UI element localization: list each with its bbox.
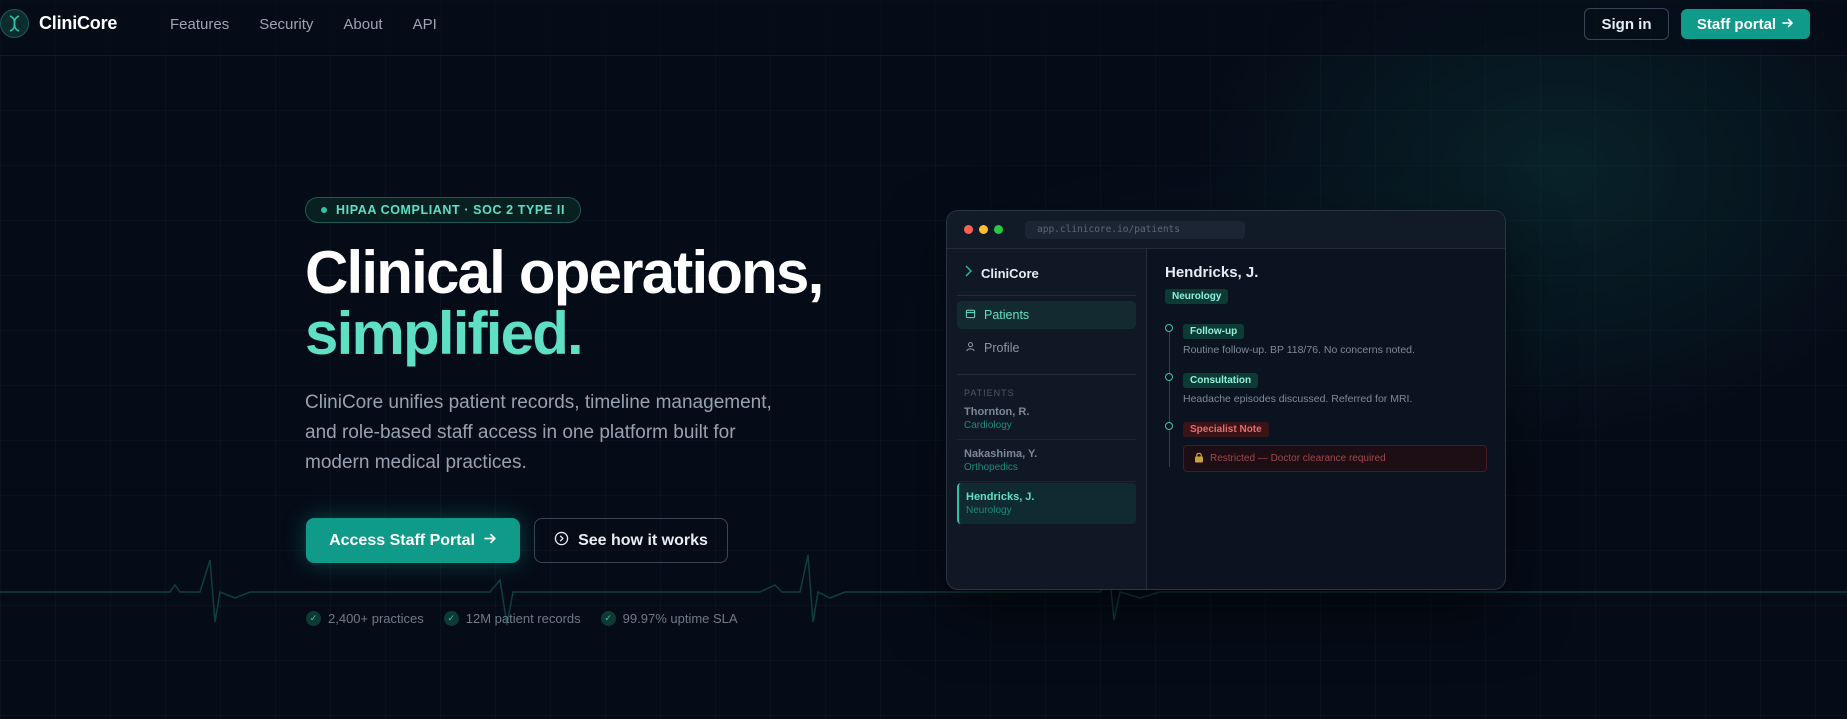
play-circle-icon bbox=[554, 531, 569, 551]
timeline-dot bbox=[1165, 324, 1173, 332]
patients-section-label: PATIENTS bbox=[957, 374, 1136, 398]
ecg-line-decoration bbox=[0, 554, 1847, 626]
hero-title-line1: Clinical operations, bbox=[305, 239, 824, 306]
url-bar: app.clinicore.io/patients bbox=[1025, 220, 1245, 239]
app-sidebar: CliniCore Patients Profile PATIENTS Thor… bbox=[947, 249, 1147, 589]
stat-text: 2,400+ practices bbox=[328, 611, 424, 626]
timeline-text: Routine follow-up. BP 118/76. No concern… bbox=[1183, 344, 1415, 356]
patient-dept: Neurology bbox=[966, 505, 1012, 516]
staff-portal-button[interactable]: Staff portal bbox=[1681, 9, 1810, 39]
lock-icon bbox=[1194, 452, 1204, 466]
patient-dept: Cardiology bbox=[964, 420, 1012, 431]
hero-title-line2: simplified. bbox=[305, 300, 584, 367]
stat-item: ✓ 2,400+ practices bbox=[306, 611, 424, 626]
dna-icon bbox=[0, 9, 29, 38]
timeline-item: Consultation Headache episodes discussed… bbox=[1165, 370, 1487, 405]
department-tag: Neurology bbox=[1165, 289, 1229, 304]
restricted-text: Restricted — Doctor clearance required bbox=[1210, 453, 1386, 464]
timeline-dot bbox=[1165, 373, 1173, 381]
timeline-tag-restricted: Specialist Note bbox=[1183, 422, 1269, 437]
brand[interactable]: CliniCore bbox=[0, 9, 117, 38]
patient-detail-name: Hendricks, J. bbox=[1165, 264, 1259, 281]
app-brand-name: CliniCore bbox=[981, 265, 1039, 281]
background-glow bbox=[0, 0, 1847, 719]
dna-icon bbox=[964, 264, 973, 282]
stat-text: 12M patient records bbox=[465, 611, 581, 626]
stat-item: ✓ 99.97% uptime SLA bbox=[600, 611, 738, 626]
browser-bar: app.clinicore.io/patients bbox=[947, 211, 1505, 249]
patient-name: Hendricks, J. bbox=[966, 491, 1035, 503]
app-body: CliniCore Patients Profile PATIENTS Thor… bbox=[947, 249, 1505, 589]
patient-name: Thornton, R. bbox=[964, 406, 1030, 418]
trust-stats: ✓ 2,400+ practices ✓ 12M patient records… bbox=[306, 611, 738, 626]
arrow-right-icon bbox=[1782, 16, 1794, 33]
app-brand: CliniCore bbox=[957, 261, 1136, 296]
patient-list-item: Nakashima, Y. Orthopedics bbox=[957, 440, 1136, 482]
nav-links: Features Security About API bbox=[170, 16, 437, 33]
nav-link-security[interactable]: Security bbox=[259, 16, 313, 33]
staff-portal-label: Staff portal bbox=[1696, 15, 1777, 33]
app-nav-profile: Profile bbox=[957, 334, 1136, 362]
nav-link-features[interactable]: Features bbox=[170, 16, 229, 33]
brand-name: CliniCore bbox=[39, 13, 118, 33]
patient-timeline: Follow-up Routine follow-up. BP 118/76. … bbox=[1165, 321, 1487, 472]
user-icon bbox=[965, 341, 976, 355]
badge-dot bbox=[321, 207, 327, 213]
hero-title: Clinical operations, simplified. bbox=[305, 239, 824, 367]
check-icon: ✓ bbox=[306, 611, 321, 626]
app-nav-patients: Patients bbox=[957, 301, 1136, 329]
background-grid bbox=[0, 0, 1847, 719]
nav-link-about[interactable]: About bbox=[343, 16, 382, 33]
stat-item: ✓ 12M patient records bbox=[443, 611, 581, 626]
check-icon: ✓ bbox=[600, 611, 616, 626]
timeline-text: Headache episodes discussed. Referred fo… bbox=[1183, 393, 1413, 405]
timeline-dot bbox=[1165, 422, 1173, 430]
primary-cta-label: Access Staff Portal bbox=[329, 531, 475, 549]
patient-list-item: Thornton, R. Cardiology bbox=[957, 398, 1136, 440]
check-icon: ✓ bbox=[443, 611, 459, 626]
timeline-line bbox=[1169, 327, 1170, 467]
top-navigation: CliniCore Features Security About API Si… bbox=[0, 0, 1847, 56]
restricted-notice: Restricted — Doctor clearance required bbox=[1183, 445, 1487, 472]
patient-dept: Orthopedics bbox=[964, 462, 1018, 473]
app-nav-label: Patients bbox=[984, 308, 1030, 322]
app-preview-window: app.clinicore.io/patients CliniCore Pati… bbox=[946, 210, 1506, 590]
badge-text: HIPAA COMPLIANT · SOC 2 TYPE II bbox=[336, 203, 566, 217]
timeline-tag: Consultation bbox=[1183, 373, 1259, 388]
calendar-icon bbox=[965, 308, 976, 322]
secondary-cta-label: See how it works bbox=[578, 531, 708, 549]
sign-in-button[interactable]: Sign in bbox=[1584, 8, 1669, 40]
compliance-badge: HIPAA COMPLIANT · SOC 2 TYPE II bbox=[305, 197, 582, 223]
hero-description: CliniCore unifies patient records, timel… bbox=[305, 392, 772, 473]
nav-link-api[interactable]: API bbox=[413, 16, 437, 33]
app-nav-label: Profile bbox=[984, 341, 1020, 355]
access-staff-portal-button[interactable]: Access Staff Portal bbox=[306, 518, 520, 563]
arrow-right-icon bbox=[484, 532, 497, 550]
patient-detail: Hendricks, J. Neurology Follow-up Routin… bbox=[1147, 249, 1505, 589]
timeline-tag: Follow-up bbox=[1183, 324, 1245, 339]
minimize-dot bbox=[979, 225, 988, 234]
stat-text: 99.97% uptime SLA bbox=[622, 611, 738, 626]
timeline-item: Specialist Note Restricted — Doctor clea… bbox=[1165, 419, 1487, 472]
patient-list-item-selected: Hendricks, J. Neurology bbox=[957, 483, 1136, 524]
timeline-item: Follow-up Routine follow-up. BP 118/76. … bbox=[1165, 321, 1487, 356]
maximize-dot bbox=[994, 225, 1003, 234]
patient-name: Nakashima, Y. bbox=[964, 448, 1038, 460]
close-dot bbox=[964, 225, 973, 234]
see-how-it-works-button[interactable]: See how it works bbox=[534, 518, 728, 563]
